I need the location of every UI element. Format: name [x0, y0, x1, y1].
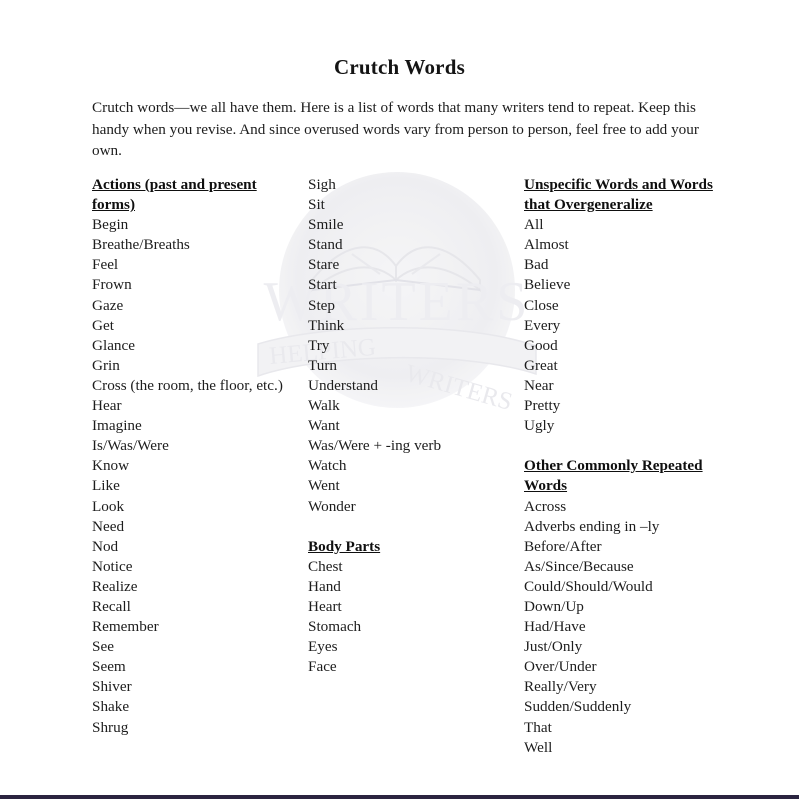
word-list-item: As/Since/Because — [524, 557, 634, 575]
word-list: Across Adverbs ending in –ly Before/After A… — [524, 497, 724, 758]
word-list-item: Was/Were + -ing verb — [308, 437, 442, 455]
word-list-item: Shrug — [92, 718, 129, 736]
word-list-item: Cross (the room, the floor, etc.) — [92, 376, 283, 394]
word-list-item: Know — [92, 457, 130, 475]
word-list-item: Turn — [308, 356, 337, 374]
word-list-item: Understand — [308, 376, 379, 394]
word-list-item: That — [524, 718, 552, 736]
word-list-item: Imagine — [92, 417, 142, 435]
word-column-1: Actions (past and present forms) Begin Bre… — [92, 175, 292, 738]
word-list-item: Like — [92, 477, 120, 495]
word-list-item: Heart — [308, 597, 342, 615]
word-list-item: Sudden/Suddenly — [524, 698, 632, 716]
word-block: Sigh Sit Smile Stand Stare Start Step Think Try T… — [308, 175, 504, 517]
word-list-item: Look — [92, 497, 125, 515]
word-list-item: Stomach — [308, 618, 362, 636]
word-list-item: Smile — [308, 216, 344, 234]
word-list-item: Stand — [308, 236, 343, 254]
page-bottom-rule — [0, 795, 799, 799]
word-list-item: Could/Should/Would — [524, 577, 653, 595]
word-list-item: Shake — [92, 698, 130, 716]
word-list-item: Every — [524, 316, 561, 334]
word-list: Sigh Sit Smile Stand Stare Start Step Think Try T… — [308, 175, 504, 517]
page-title: Crutch Words — [334, 55, 465, 80]
word-list-item: Before/After — [524, 537, 602, 555]
word-list-item: Want — [308, 417, 340, 435]
word-list-item: Gaze — [92, 296, 124, 314]
word-list-item: Step — [308, 296, 336, 314]
word-list-item: Is/Was/Were — [92, 437, 169, 455]
word-block: Other Commonly Repeated Words Across Adver… — [524, 456, 724, 757]
word-list-item: Across — [524, 497, 567, 515]
word-list-item: Frown — [92, 276, 132, 294]
word-list: Chest Hand Heart Stomach Eyes Face — [308, 557, 504, 678]
word-list-item: All — [524, 216, 544, 234]
word-list-item: Get — [92, 316, 114, 334]
block-heading: Body Parts — [308, 537, 381, 555]
word-list-item: Eyes — [308, 638, 338, 656]
word-list-item: Good — [524, 336, 558, 354]
word-list-item: See — [92, 638, 114, 656]
word-list-item: Well — [524, 738, 553, 756]
word-list-item: Sigh — [308, 176, 336, 193]
word-list-item: Close — [524, 296, 559, 314]
word-list-item: Almost — [524, 236, 569, 254]
word-list-item: Chest — [308, 557, 343, 575]
word-list-item: Down/Up — [524, 597, 584, 615]
word-list-item: Recall — [92, 597, 131, 615]
word-list-item: Notice — [92, 557, 133, 575]
word-block: Body Parts Chest Hand Heart Stomach Eyes Face — [308, 537, 504, 678]
word-list-item: Realize — [92, 577, 138, 595]
word-list-item: Shiver — [92, 678, 132, 696]
word-block: Actions (past and present forms) Begin Bre… — [92, 175, 292, 738]
word-list-item: Pretty — [524, 397, 561, 415]
word-list-item: Bad — [524, 256, 549, 274]
word-list-item: Remember — [92, 618, 159, 636]
word-list-item: Great — [524, 356, 558, 374]
word-list-item: Begin — [92, 216, 129, 234]
word-list-item: Hand — [308, 577, 341, 595]
word-list: All Almost Bad Believe Close Every Good Great Ne… — [524, 215, 724, 436]
intro-paragraph: Crutch words—we all have them. Here is a… — [92, 99, 699, 160]
block-heading: Actions (past and present forms) — [92, 176, 257, 214]
word-list-item: Seem — [92, 658, 126, 676]
word-list-item: Face — [308, 658, 337, 676]
word-list-item: Nod — [92, 537, 119, 555]
word-list-item: Over/Under — [524, 658, 597, 676]
word-list-item: Feel — [92, 256, 119, 274]
word-column-3: Unspecific Words and Words that Overgene… — [524, 175, 724, 758]
word-list: Begin Breathe/Breaths Feel Frown Gaze Get Glan… — [92, 215, 292, 737]
word-list-item: Stare — [308, 256, 340, 274]
word-list-item: Sit — [308, 196, 325, 214]
word-list-item: Think — [308, 316, 345, 334]
word-list-item: Had/Have — [524, 618, 586, 636]
word-list-item: Start — [308, 276, 337, 294]
block-heading: Other Commonly Repeated Words — [524, 457, 703, 495]
word-list-item: Adverbs ending in –ly — [524, 517, 660, 535]
word-list-item: Really/Very — [524, 678, 597, 696]
word-list-item: Near — [524, 376, 554, 394]
word-list-item: Wonder — [308, 497, 356, 515]
word-column-2: Sigh Sit Smile Stand Stare Start Step Think Try T… — [308, 175, 504, 677]
word-list-item: Believe — [524, 276, 571, 294]
word-list-item: Try — [308, 336, 330, 354]
word-list-item: Walk — [308, 397, 340, 415]
word-list-item: Just/Only — [524, 638, 583, 656]
word-list-item: Hear — [92, 397, 122, 415]
word-list-item: Ugly — [524, 417, 555, 435]
word-list-item: Grin — [92, 356, 120, 374]
word-block: Unspecific Words and Words that Overgene… — [524, 175, 724, 436]
document-page: WRITERS HELPING WRITERS Crutch Words Cru… — [0, 0, 799, 799]
word-list-item: Watch — [308, 457, 347, 475]
word-list-item: Breathe/Breaths — [92, 236, 190, 254]
word-list-item: Glance — [92, 336, 136, 354]
word-list-item: Went — [308, 477, 340, 495]
word-list-item: Need — [92, 517, 125, 535]
block-heading: Unspecific Words and Words that Overgene… — [524, 176, 713, 214]
